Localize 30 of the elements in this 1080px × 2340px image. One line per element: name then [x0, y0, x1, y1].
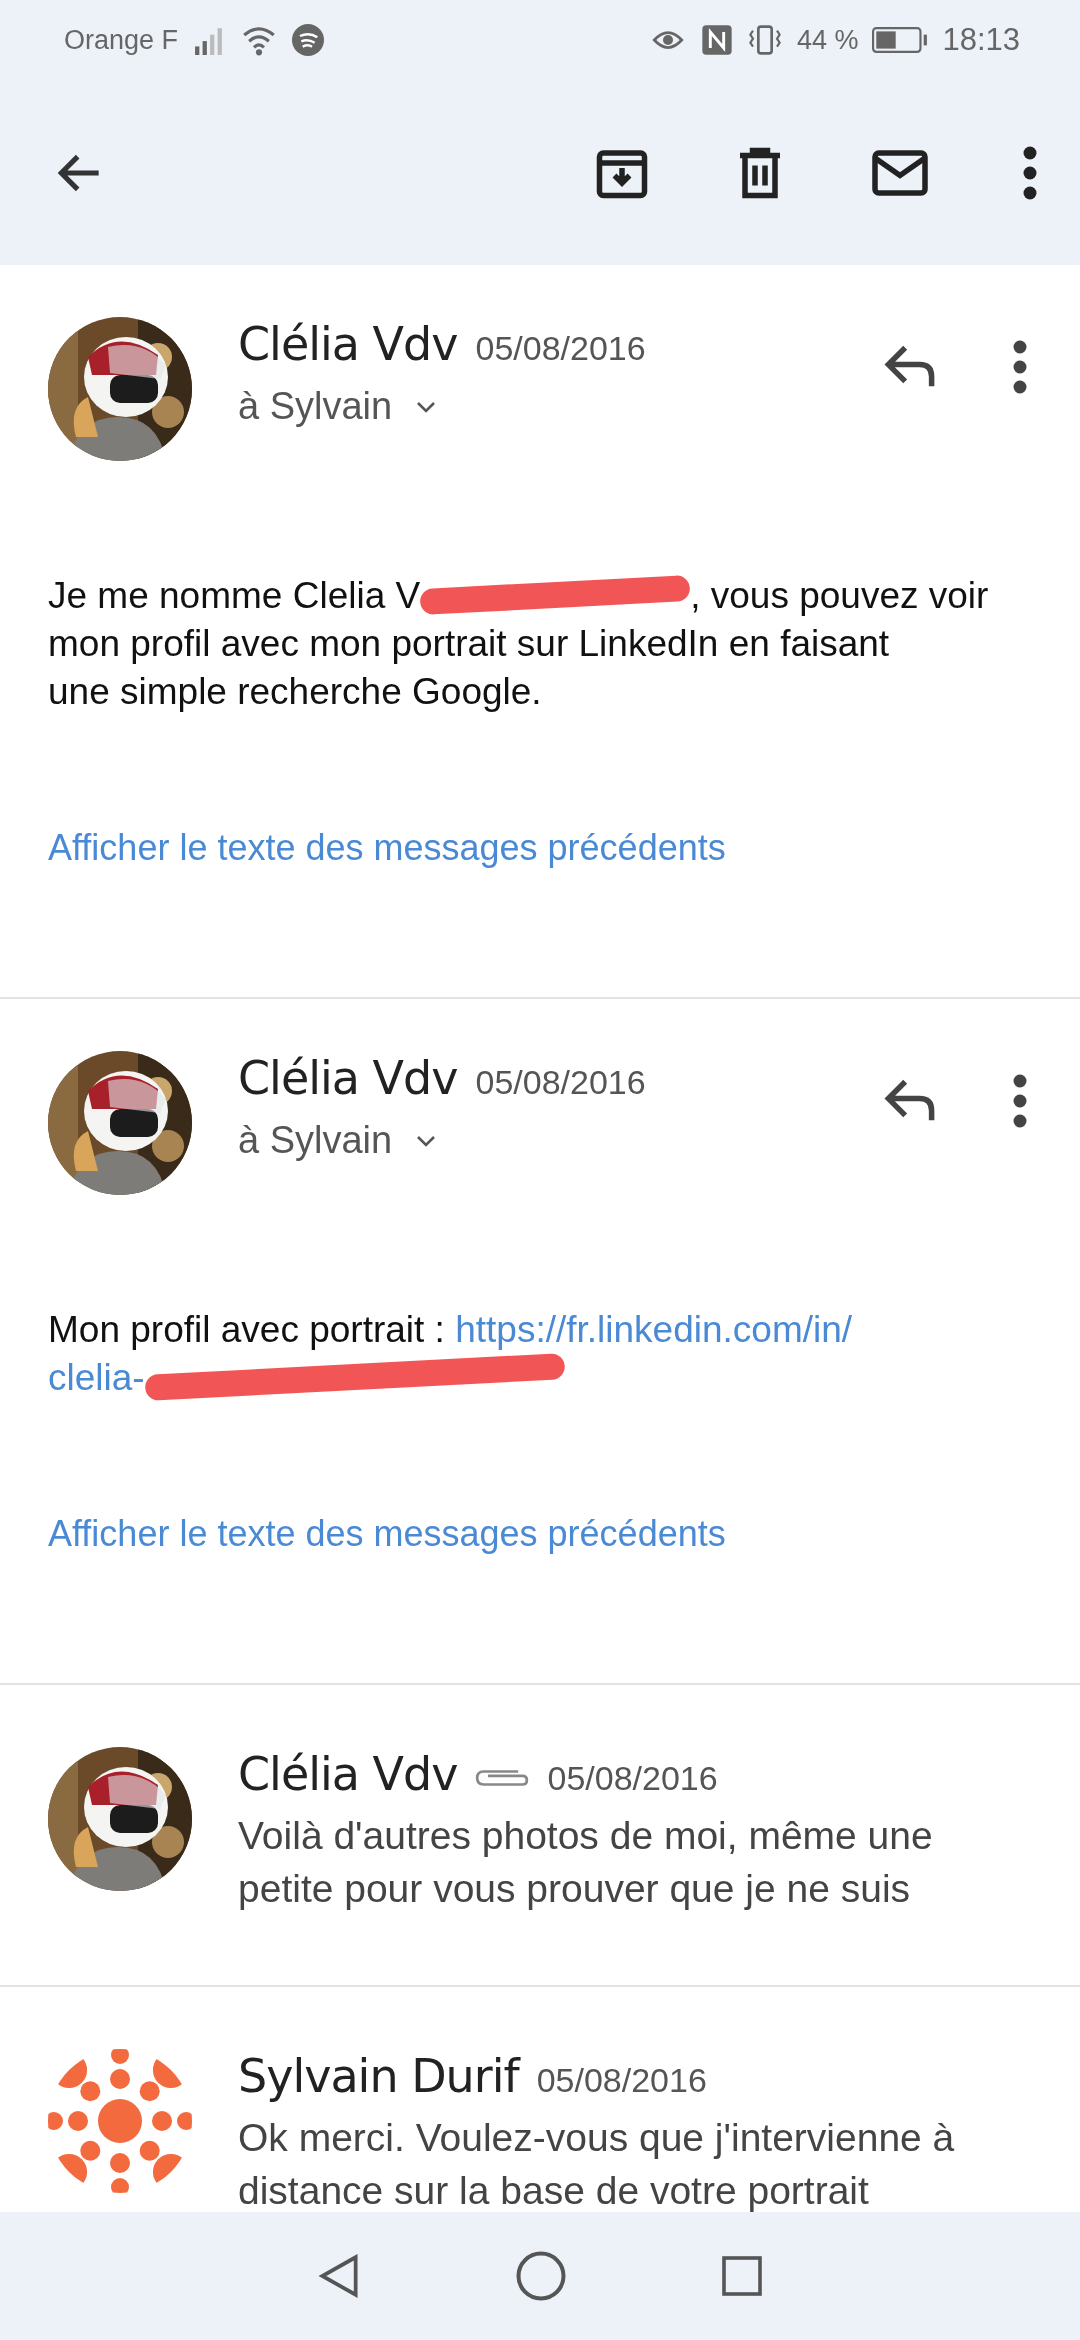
battery-icon — [872, 27, 929, 53]
show-quoted-link[interactable]: Afficher le texte des messages précédents — [48, 827, 726, 869]
music-app-icon — [292, 24, 325, 56]
message-text: Mon profil avec portrait : — [48, 1307, 446, 1352]
message-date: 05/08/2016 — [475, 329, 646, 368]
profile-link[interactable]: clelia- — [48, 1353, 145, 1401]
message-date: 05/08/2016 — [475, 1063, 646, 1102]
message-date: 05/08/2016 — [536, 2061, 707, 2100]
logo-icon — [48, 2049, 192, 2193]
nfc-icon — [700, 24, 733, 56]
sender-name: Clélia Vdv — [238, 317, 458, 371]
message-text: une simple recherche Google. — [48, 669, 542, 714]
carrier-label: Orange F — [64, 24, 179, 56]
message-text: mon profil avec mon portrait sur LinkedIn en faisant — [48, 621, 890, 666]
message-snippet: Voilà d'autres photos de moi, même une petite pour vous prouver que je ne suis — [238, 1813, 934, 1912]
message-date: 05/08/2016 — [547, 1759, 718, 1798]
recipient-label: à Sylvain — [238, 385, 393, 428]
message-text: Je me nomme Clelia V — [48, 573, 421, 618]
clock: 18:13 — [942, 22, 1020, 58]
vibrate-icon — [746, 24, 783, 56]
recipient-label: à Sylvain — [238, 1119, 393, 1162]
sender-name: Clélia Vdv — [238, 1747, 458, 1801]
message-text: , vous pouvez voir — [690, 573, 989, 618]
show-quoted-link[interactable]: Afficher le texte des messages précédents — [48, 1513, 726, 1555]
message-snippet: Ok merci. Voulez-vous que j'intervienne à distance sur la base de votre portrait — [238, 2115, 956, 2212]
sender-name: Sylvain Durif — [238, 2049, 519, 2103]
battery-percent: 44 % — [796, 24, 859, 56]
profile-link[interactable]: https://fr.linkedin.com/in/ — [455, 1305, 853, 1353]
home-nav-icon[interactable] — [514, 2249, 568, 2303]
sender-name: Clélia Vdv — [238, 1051, 458, 1105]
